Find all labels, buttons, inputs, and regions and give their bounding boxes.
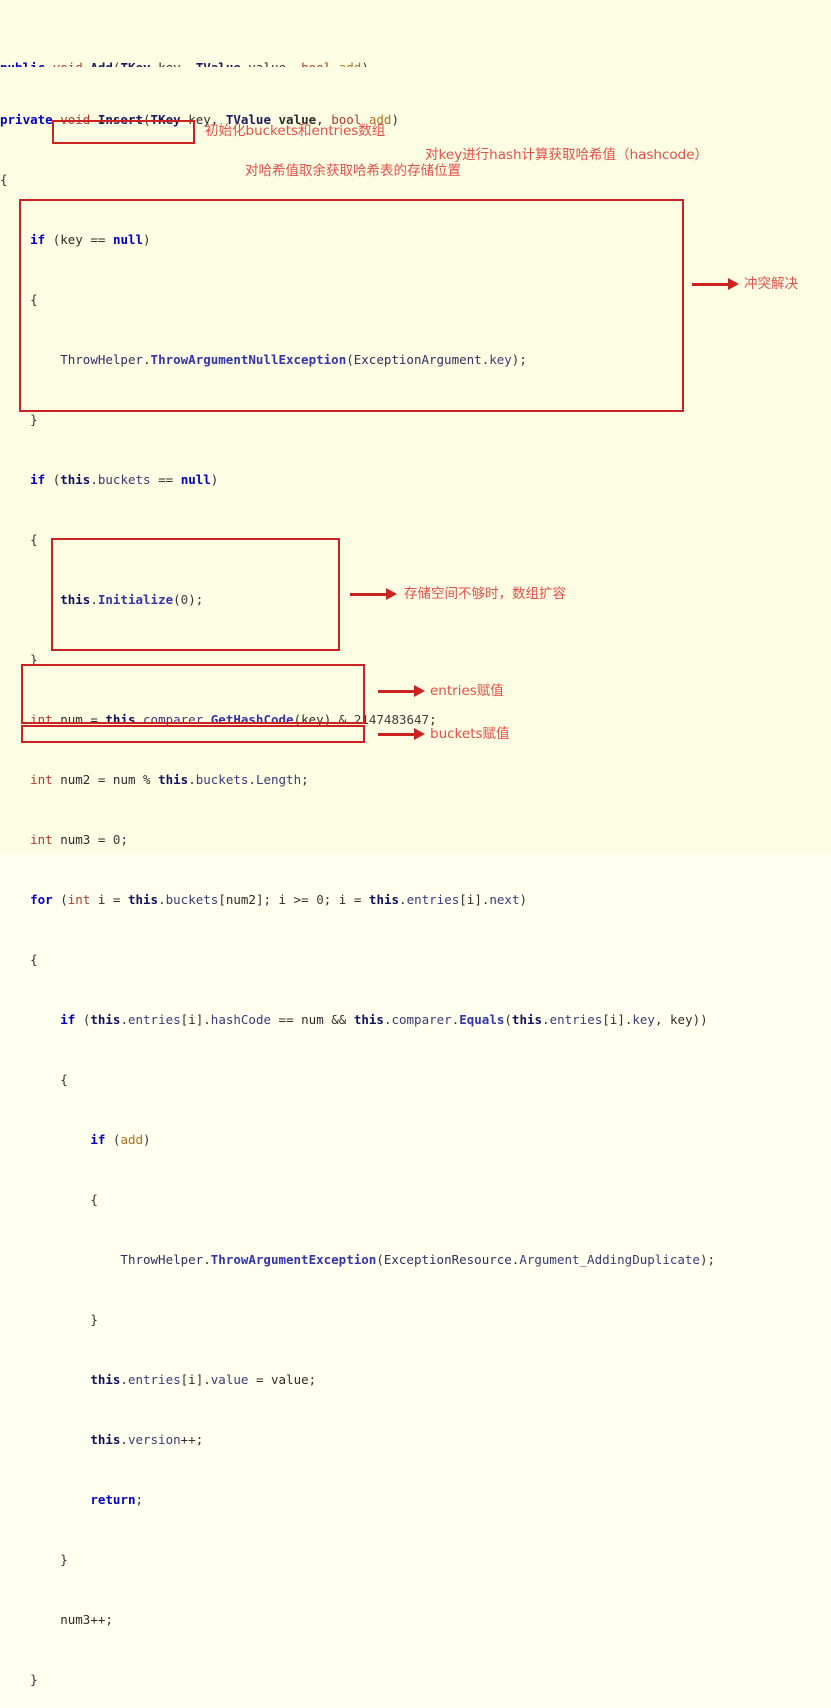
code-line: }	[30, 1672, 38, 1687]
annotation-bucket-position: 对哈希值取余获取哈希表的存储位置	[245, 163, 461, 179]
annotation-initialize: 初始化buckets和entries数组	[205, 123, 386, 139]
code-line: {	[30, 952, 38, 967]
annotation-hashcode: 对key进行hash计算获取哈希值（hashcode）	[425, 147, 709, 163]
code-line: {	[30, 292, 38, 307]
annotation-arrow-resize	[350, 588, 397, 600]
annotation-arrow-buckets	[378, 728, 425, 740]
code-line: ThrowHelper.ThrowArgumentNullException(E…	[60, 352, 527, 367]
code-line: int num = this.comparer.GetHashCode(key)…	[30, 712, 437, 727]
code-line: this.version++;	[90, 1432, 204, 1447]
annotation-resize: 存储空间不够时，数组扩容	[404, 586, 566, 602]
code-line: num3++;	[60, 1612, 113, 1627]
code-line: }	[90, 1312, 98, 1327]
code-line: if (this.buckets == null)	[30, 472, 219, 487]
annotation-entries-assign: entries赋值	[430, 683, 504, 699]
code-line: }	[30, 652, 38, 667]
code-line: ThrowHelper.ThrowArgumentException(Excep…	[120, 1252, 716, 1267]
annotation-arrow-collision	[692, 278, 739, 290]
code-editor-surface[interactable]: public void Add(TKey key, TValue value, …	[0, 0, 831, 1687]
code-line: }	[30, 412, 38, 427]
code-line: {	[60, 1072, 68, 1087]
code-listing[interactable]: public void Add(TKey key, TValue value, …	[0, 0, 831, 1708]
code-line: this.entries[i].value = value;	[90, 1372, 317, 1387]
annotation-arrow-entries	[378, 685, 425, 697]
code-line: int num3 = 0;	[30, 832, 128, 847]
code-line: private void Insert(TKey key, TValue val…	[0, 112, 399, 127]
code-line: {	[90, 1192, 98, 1207]
code-line: if (add)	[90, 1132, 151, 1147]
annotation-collision: 冲突解决	[744, 276, 798, 292]
code-line: for (int i = this.buckets[num2]; i >= 0;…	[30, 892, 528, 907]
code-line: if (this.entries[i].hashCode == num && t…	[60, 1012, 708, 1027]
code-line-clipped: public void Add(TKey key, TValue value, …	[0, 60, 831, 67]
code-line: if (key == null)	[30, 232, 151, 247]
code-line: int num2 = num % this.buckets.Length;	[30, 772, 309, 787]
code-line: }	[60, 1552, 68, 1567]
code-line: return;	[90, 1492, 143, 1507]
code-line: {	[30, 532, 38, 547]
annotation-buckets-assign: buckets赋值	[430, 726, 510, 742]
